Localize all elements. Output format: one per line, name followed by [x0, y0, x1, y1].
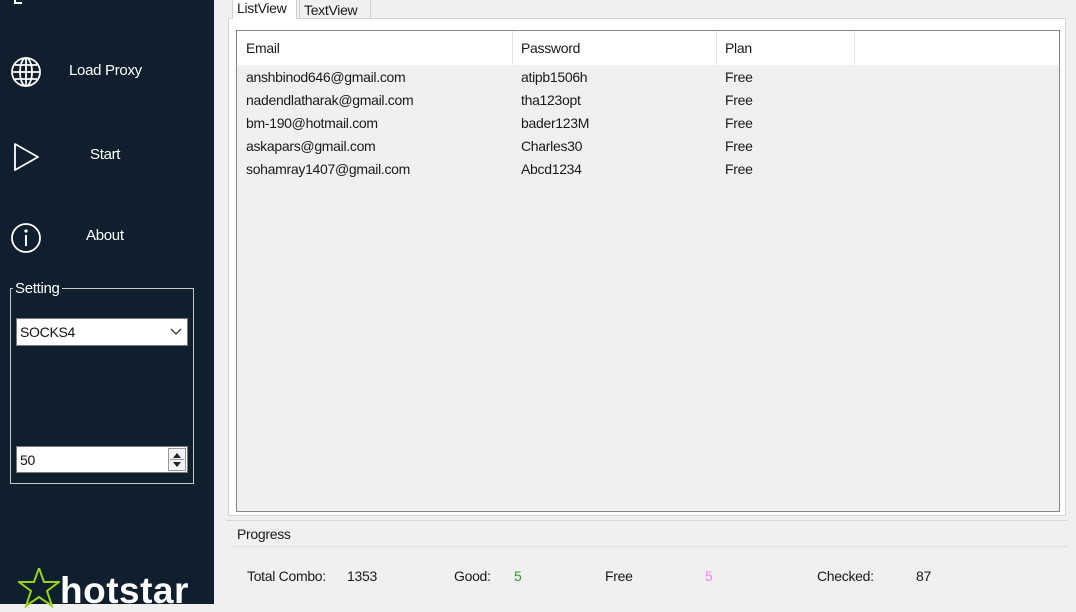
- info-icon: [11, 223, 41, 253]
- column-header-empty[interactable]: [855, 31, 1059, 65]
- hotstar-logo: hotstar: [18, 568, 208, 611]
- load-proxy-button[interactable]: Load Proxy: [0, 51, 214, 91]
- threads-numeric-input[interactable]: 50: [16, 446, 188, 473]
- setting-legend: Setting: [13, 280, 62, 297]
- good-value: 5: [514, 568, 522, 584]
- listview-header: Email Password Plan: [237, 31, 1059, 65]
- spin-up-arrow-icon[interactable]: [173, 453, 181, 458]
- spin-divider: [170, 459, 184, 460]
- tab-listview[interactable]: ListView: [232, 0, 297, 19]
- checked-label: Checked:: [817, 568, 874, 584]
- play-icon: [14, 143, 39, 171]
- column-header-plan[interactable]: Plan: [717, 31, 855, 65]
- load-proxy-label: Load Proxy: [69, 62, 142, 79]
- good-label: Good:: [454, 568, 491, 584]
- table-row[interactable]: askapars@gmail.com Charles30 Free: [237, 136, 1059, 159]
- column-header-password[interactable]: Password: [513, 31, 717, 65]
- cell-plan: Free: [725, 115, 753, 131]
- start-button[interactable]: Start: [0, 136, 214, 176]
- total-combo-value: 1353: [347, 568, 377, 584]
- checked-value: 87: [916, 568, 931, 584]
- hotstar-logo-text: hotstar: [60, 570, 189, 611]
- cell-email: sohamray1407@gmail.com: [246, 161, 411, 177]
- about-label: About: [86, 227, 124, 244]
- spin-updown-icon[interactable]: [168, 448, 186, 471]
- about-button[interactable]: About: [0, 217, 214, 257]
- cell-password: atipb1506h: [521, 69, 588, 85]
- spin-down-arrow-icon[interactable]: [173, 462, 181, 467]
- cell-email: askapars@gmail.com: [246, 138, 376, 154]
- cell-password: tha123opt: [521, 92, 581, 108]
- cell-email: nadendlatharak@gmail.com: [246, 92, 414, 108]
- cell-plan: Free: [725, 69, 753, 85]
- column-header-email[interactable]: Email: [237, 31, 513, 65]
- start-label: Start: [90, 146, 121, 163]
- accounts-listview[interactable]: Email Password Plan anshbinod646@gmail.c…: [236, 30, 1060, 512]
- cell-plan: Free: [725, 161, 753, 177]
- menu-icon: [14, 0, 22, 4]
- total-combo-label: Total Combo:: [247, 568, 326, 584]
- proxy-type-select[interactable]: SOCKS4: [16, 318, 188, 346]
- proxy-type-value: SOCKS4: [20, 324, 75, 340]
- progress-title: Progress: [237, 526, 294, 542]
- cell-email: bm-190@hotmail.com: [246, 115, 378, 131]
- table-row[interactable]: nadendlatharak@gmail.com tha123opt Free: [237, 90, 1059, 113]
- chevron-down-icon: [170, 328, 182, 335]
- cell-plan: Free: [725, 92, 753, 108]
- cell-password: bader123M: [521, 115, 590, 131]
- cell-email: anshbinod646@gmail.com: [246, 69, 406, 85]
- cell-password: Abcd1234: [521, 161, 582, 177]
- cell-plan: Free: [725, 138, 753, 154]
- cell-password: Charles30: [521, 138, 583, 154]
- globe-icon: [11, 57, 41, 87]
- hotstar-star-icon: [18, 568, 60, 608]
- free-value: 5: [705, 568, 713, 584]
- table-row[interactable]: bm-190@hotmail.com bader123M Free: [237, 113, 1059, 136]
- sidebar: Load Proxy Start About Setting SOCKS4 50: [0, 0, 214, 611]
- free-label: Free: [605, 568, 633, 584]
- threads-value: 50: [20, 452, 35, 468]
- table-row[interactable]: anshbinod646@gmail.com atipb1506h Free: [237, 67, 1059, 90]
- table-row[interactable]: sohamray1407@gmail.com Abcd1234 Free: [237, 159, 1059, 182]
